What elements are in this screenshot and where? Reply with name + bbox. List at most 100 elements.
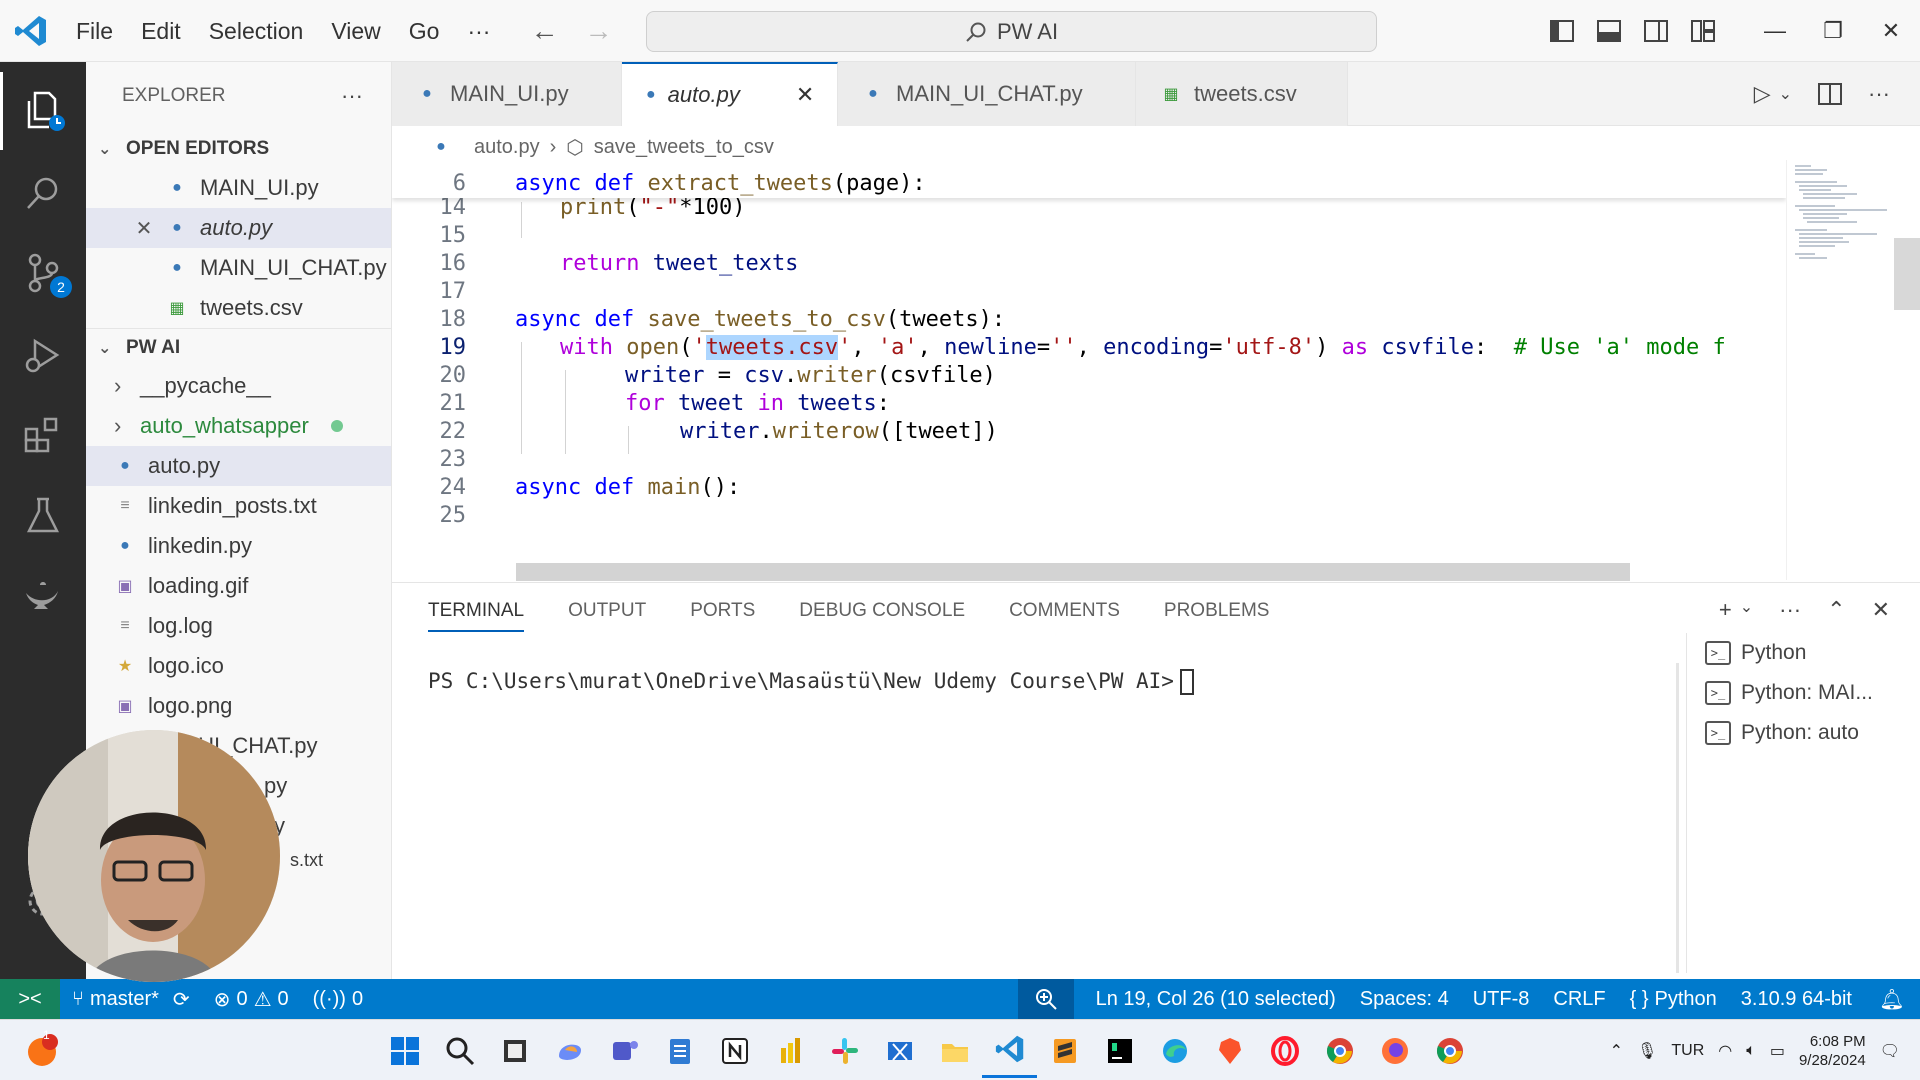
- battery-icon[interactable]: ▭: [1770, 1041, 1785, 1061]
- source-control-icon[interactable]: 2: [0, 234, 86, 312]
- tab-main-ui-chat[interactable]: ● MAIN_UI_CHAT.py: [838, 62, 1136, 126]
- tab-comments[interactable]: COMMENTS: [1009, 600, 1120, 622]
- restore-button[interactable]: ❐: [1804, 0, 1862, 62]
- menu-go[interactable]: Go: [395, 0, 454, 62]
- open-editor-item[interactable]: ● MAIN_UI.py: [86, 168, 391, 208]
- cursor-position[interactable]: Ln 19, Col 26 (10 selected): [1074, 979, 1348, 1019]
- menu-more[interactable]: ···: [453, 0, 504, 62]
- split-editor-icon[interactable]: [1818, 82, 1843, 105]
- more-actions-icon[interactable]: ···: [1779, 597, 1801, 623]
- chevron-down-icon[interactable]: ⌄: [1779, 84, 1792, 104]
- slack-icon[interactable]: [817, 1023, 872, 1078]
- line-ending[interactable]: CRLF: [1541, 979, 1617, 1019]
- open-editor-item[interactable]: ● MAIN_UI_CHAT.py: [86, 248, 391, 288]
- notepad-icon[interactable]: [652, 1023, 707, 1078]
- menu-selection[interactable]: Selection: [195, 0, 318, 62]
- file-linkedin-py[interactable]: ● linkedin.py: [86, 526, 391, 566]
- explorer-icon[interactable]: [0, 72, 86, 150]
- python-interpreter[interactable]: 3.10.9 64-bit: [1729, 979, 1864, 1019]
- edge-icon[interactable]: [1147, 1023, 1202, 1078]
- show-hidden-icons-icon[interactable]: ⌃: [1610, 1041, 1623, 1061]
- file-auto-py[interactable]: ● auto.py: [86, 446, 391, 486]
- chrome-profile-icon[interactable]: [1422, 1023, 1477, 1078]
- minimize-button[interactable]: —: [1746, 0, 1804, 62]
- pycharm-icon[interactable]: [1092, 1023, 1147, 1078]
- file-log-log[interactable]: ≡ log.log: [86, 606, 391, 646]
- file-logo-ico[interactable]: ★ logo.ico: [86, 646, 391, 686]
- tab-terminal[interactable]: TERMINAL: [428, 600, 525, 632]
- language-indicator[interactable]: TUR: [1671, 1042, 1704, 1060]
- sublime-text-icon[interactable]: [1037, 1023, 1092, 1078]
- teams-icon[interactable]: [597, 1023, 652, 1078]
- toggle-secondary-sidebar-icon[interactable]: [1632, 0, 1679, 62]
- editor-scrollbar[interactable]: [1894, 238, 1920, 310]
- power-bi-icon[interactable]: [762, 1023, 817, 1078]
- windows-start-icon[interactable]: [377, 1023, 432, 1078]
- tab-auto-py[interactable]: ● auto.py ✕: [622, 62, 838, 126]
- tab-main-ui[interactable]: ● MAIN_UI.py: [392, 62, 622, 126]
- folder-pycache[interactable]: › __pycache__: [86, 366, 391, 406]
- toggle-primary-sidebar-icon[interactable]: [1538, 0, 1585, 62]
- notification-app-icon[interactable]: 1: [14, 1023, 69, 1078]
- run-file-icon[interactable]: ▷: [1754, 81, 1771, 107]
- terminal-scrollbar[interactable]: [1676, 663, 1679, 973]
- wifi-icon[interactable]: ◠: [1718, 1041, 1732, 1061]
- terminal-item[interactable]: >_ Python: [1687, 633, 1920, 673]
- menu-edit[interactable]: Edit: [127, 0, 195, 62]
- terminal-item[interactable]: >_ Python: auto: [1687, 713, 1920, 753]
- chrome-icon[interactable]: [1312, 1023, 1367, 1078]
- open-editor-item[interactable]: ✕ ● auto.py: [86, 208, 391, 248]
- breadcrumb-file[interactable]: auto.py: [474, 136, 540, 159]
- close-icon[interactable]: ✕: [130, 216, 158, 241]
- toggle-panel-icon[interactable]: [1585, 0, 1632, 62]
- more-actions-icon[interactable]: ···: [1868, 81, 1890, 107]
- back-arrow-icon[interactable]: ←: [530, 15, 558, 47]
- chevron-down-icon[interactable]: ⌄: [1740, 597, 1753, 623]
- close-panel-icon[interactable]: ✕: [1872, 597, 1890, 623]
- zoom-indicator[interactable]: [1017, 979, 1074, 1019]
- clock[interactable]: 6:08 PM 9/28/2024: [1799, 1032, 1866, 1070]
- terminal-item[interactable]: >_ Python: MAI...: [1687, 673, 1920, 713]
- branch-indicator[interactable]: ⑂ master* ⟳: [60, 979, 202, 1019]
- explorer-more-button[interactable]: ···: [341, 83, 363, 109]
- terminal-output[interactable]: PS C:\Users\murat\OneDrive\Masaüstü\New …: [428, 669, 1194, 695]
- vscode-taskbar-icon[interactable]: [982, 1023, 1037, 1078]
- new-terminal-icon[interactable]: +: [1719, 597, 1732, 623]
- open-editor-item[interactable]: ▦ tweets.csv: [86, 288, 391, 328]
- problems-indicator[interactable]: ⊗ 0 ⚠ 0: [202, 979, 301, 1019]
- menu-file[interactable]: File: [62, 0, 127, 62]
- minimap[interactable]: [1786, 160, 1896, 580]
- file-linkedin-posts[interactable]: ≡ linkedin_posts.txt: [86, 486, 391, 526]
- brave-icon[interactable]: [1202, 1023, 1257, 1078]
- ports-indicator[interactable]: ((·)) 0: [301, 979, 375, 1019]
- close-icon[interactable]: ✕: [796, 82, 814, 108]
- genie-lamp-icon[interactable]: [0, 556, 86, 634]
- command-center-search[interactable]: PW AI: [646, 11, 1377, 52]
- file-loading-gif[interactable]: ▣ loading.gif: [86, 566, 391, 606]
- microphone-icon[interactable]: 🎙︎: [1637, 1041, 1657, 1061]
- search-icon[interactable]: [432, 1023, 487, 1078]
- language-mode[interactable]: { } Python: [1618, 979, 1729, 1019]
- extensions-icon[interactable]: [0, 396, 86, 474]
- copilot-icon[interactable]: [542, 1023, 597, 1078]
- task-view-icon[interactable]: [487, 1023, 542, 1078]
- notification-center-icon[interactable]: 🗨︎: [1880, 1041, 1900, 1061]
- snipping-tool-icon[interactable]: [872, 1023, 927, 1078]
- firefox-icon[interactable]: [1367, 1023, 1422, 1078]
- breadcrumb-symbol[interactable]: save_tweets_to_csv: [594, 136, 774, 159]
- workspace-section[interactable]: ⌄ PW AI: [86, 328, 391, 366]
- encoding[interactable]: UTF-8: [1461, 979, 1542, 1019]
- testing-icon[interactable]: [0, 476, 86, 554]
- opera-icon[interactable]: [1257, 1023, 1312, 1078]
- horizontal-scrollbar[interactable]: [516, 563, 1630, 581]
- tab-ports[interactable]: PORTS: [690, 600, 755, 622]
- file-explorer-icon[interactable]: [927, 1023, 982, 1078]
- maximize-panel-icon[interactable]: ⌃: [1827, 597, 1845, 623]
- code-editor[interactable]: 6 async def extract_tweets(page): 14 pri…: [392, 168, 1786, 582]
- indentation[interactable]: Spaces: 4: [1348, 979, 1461, 1019]
- forward-arrow-icon[interactable]: →: [584, 15, 612, 47]
- tab-tweets-csv[interactable]: ▦ tweets.csv: [1136, 62, 1348, 126]
- tab-output[interactable]: OUTPUT: [568, 600, 646, 622]
- search-icon[interactable]: [0, 154, 86, 232]
- customize-layout-icon[interactable]: [1679, 0, 1726, 62]
